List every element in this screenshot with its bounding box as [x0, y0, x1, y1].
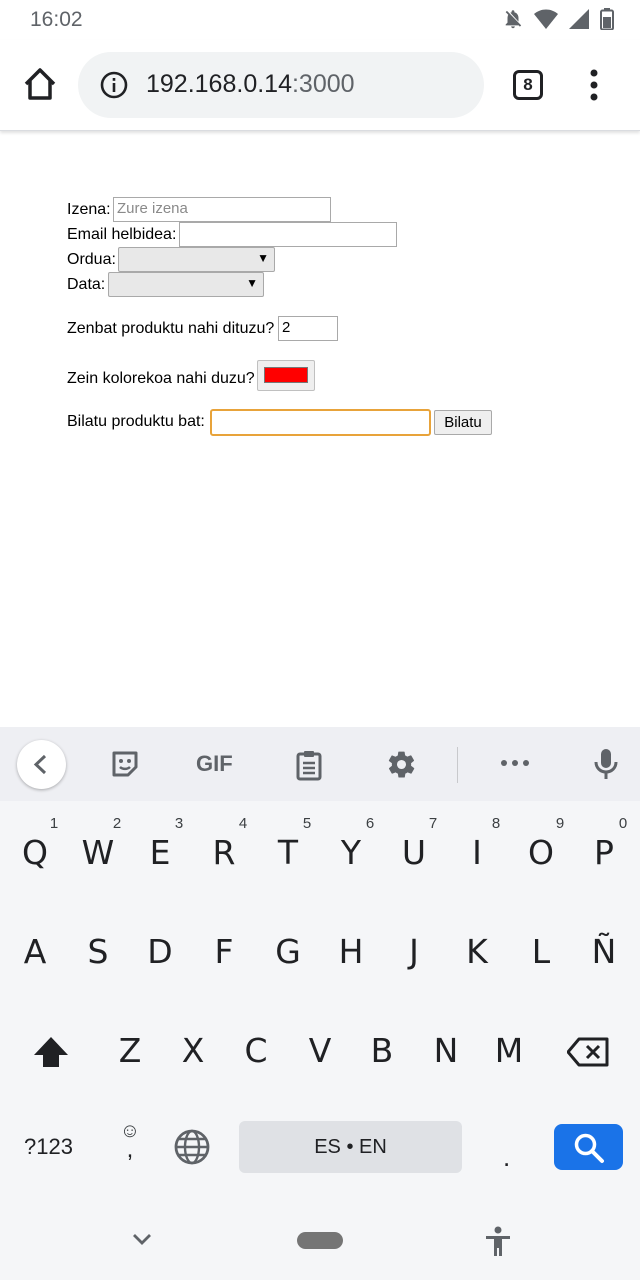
time-label: Ordua: [67, 251, 116, 268]
key-v[interactable]: V [290, 1031, 350, 1070]
space-key[interactable]: ES • EN [239, 1121, 462, 1173]
battery-icon [600, 8, 614, 30]
name-input[interactable]: Zure izena [113, 197, 331, 222]
wifi-icon [534, 9, 558, 29]
key-hint-label: 7 [428, 815, 438, 832]
chevron-down-icon[interactable] [131, 1232, 153, 1246]
url-host: 192.168.0.14 [146, 70, 292, 98]
key-x[interactable]: X [163, 1031, 223, 1070]
color-swatch [264, 367, 308, 383]
comma-label: , [126, 1136, 134, 1163]
url-port: :3000 [291, 70, 355, 98]
time-select[interactable]: ▼ [118, 247, 275, 272]
name-label: Izena: [67, 201, 111, 218]
key-8-row2[interactable]: L [511, 932, 571, 971]
back-arrow-icon [33, 754, 47, 775]
key-m[interactable]: M [479, 1031, 539, 1070]
email-label: Email helbidea: [67, 226, 177, 243]
notifications-off-icon [505, 10, 522, 29]
search-icon [574, 1133, 604, 1163]
microphone-icon[interactable] [593, 747, 619, 781]
key-hint-label: 3 [174, 815, 184, 832]
search-button[interactable]: Bilatu [434, 410, 492, 435]
settings-icon[interactable] [386, 749, 417, 780]
key-3-row2[interactable]: F [194, 932, 254, 971]
quantity-input[interactable]: 2 [278, 316, 338, 341]
key-hint-label: 9 [555, 815, 565, 832]
backspace-icon[interactable] [567, 1037, 609, 1067]
sticker-icon[interactable] [110, 749, 140, 779]
home-icon[interactable] [20, 64, 60, 104]
key-5-row2[interactable]: H [321, 932, 381, 971]
accessibility-icon[interactable] [484, 1226, 512, 1258]
keyboard-toolbar: GIF [0, 727, 640, 801]
status-time: 16:02 [30, 8, 83, 31]
globe-icon[interactable] [174, 1129, 210, 1165]
color-label: Zein kolorekoa nahi duzu? [67, 370, 255, 387]
date-label: Data: [67, 276, 106, 293]
key-c[interactable]: C [226, 1031, 286, 1070]
search-input[interactable] [210, 409, 431, 436]
quantity-label: Zenbat produktu nahi dituzu? [67, 320, 275, 337]
shift-icon[interactable] [33, 1036, 69, 1068]
system-nav-bar [0, 1208, 640, 1280]
key-u[interactable]: U [384, 833, 444, 872]
clipboard-icon[interactable] [295, 749, 323, 781]
home-pill[interactable] [297, 1232, 343, 1249]
key-7-row2[interactable]: K [447, 932, 507, 971]
key-9-row2[interactable]: Ñ [574, 932, 634, 971]
status-bar: 16:02 [0, 0, 640, 40]
key-hint-label: 0 [618, 815, 628, 832]
info-icon[interactable] [100, 71, 128, 99]
key-hint-label: 6 [365, 815, 375, 832]
toolbar-divider [457, 747, 458, 783]
key-1-row2[interactable]: S [68, 932, 128, 971]
color-picker[interactable] [257, 360, 315, 391]
key-hint-label: 8 [491, 815, 501, 832]
status-icons [502, 8, 614, 30]
signal-icon [569, 9, 589, 29]
search-label: Bilatu produktu bat: [67, 413, 205, 430]
key-hint-label: 2 [112, 815, 122, 832]
key-w[interactable]: W [68, 833, 128, 872]
key-i[interactable]: I [447, 833, 507, 872]
address-bar[interactable]: 192.168.0.14:3000 [78, 52, 484, 118]
date-select[interactable]: ▼ [108, 272, 264, 297]
key-e[interactable]: E [130, 833, 190, 872]
dropdown-arrow-icon: ▼ [246, 276, 258, 290]
key-4-row2[interactable]: G [258, 932, 318, 971]
key-hint-label: 1 [49, 815, 59, 832]
key-z[interactable]: Z [100, 1031, 160, 1070]
email-input[interactable] [179, 222, 397, 247]
tab-switcher-button[interactable]: 8 [513, 70, 543, 100]
more-menu-icon[interactable] [580, 68, 608, 102]
url-text[interactable]: 192.168.0.14:3000 [146, 70, 355, 99]
key-q[interactable]: Q [5, 833, 65, 872]
gif-icon[interactable]: GIF [196, 751, 233, 777]
key-n[interactable]: N [416, 1031, 476, 1070]
key-hint-label: 4 [238, 815, 248, 832]
key-hint-label: 5 [302, 815, 312, 832]
comma-key[interactable]: ☺ , [118, 1120, 142, 1163]
key-o[interactable]: O [511, 833, 571, 872]
symbols-key[interactable]: ?123 [24, 1134, 73, 1160]
search-enter-key[interactable] [554, 1124, 623, 1170]
name-placeholder: Zure izena [117, 200, 188, 217]
key-b[interactable]: B [352, 1031, 412, 1070]
key-2-row2[interactable]: D [130, 932, 190, 971]
key-y[interactable]: Y [321, 833, 381, 872]
key-0-row2[interactable]: A [5, 932, 65, 971]
key-r[interactable]: R [194, 833, 254, 872]
browser-toolbar: 192.168.0.14:3000 8 [0, 40, 640, 131]
key-6-row2[interactable]: J [384, 932, 444, 971]
key-t[interactable]: T [258, 833, 318, 872]
keyboard-back-button[interactable] [17, 740, 66, 789]
key-p[interactable]: P [574, 833, 634, 872]
period-key[interactable]: . [503, 1142, 510, 1173]
dropdown-arrow-icon: ▼ [257, 251, 269, 265]
more-icon[interactable] [500, 759, 530, 767]
